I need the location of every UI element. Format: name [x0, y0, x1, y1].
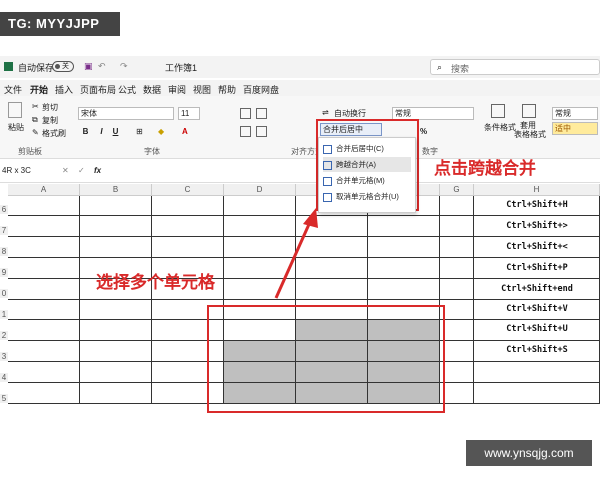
annotation-select-cells: 选择多个单元格	[96, 273, 215, 292]
annotation-arrow	[274, 208, 318, 299]
annotation-click-merge-across: 点击跨越合并	[434, 159, 536, 178]
watermark-bottom: www.ynsqjg.com	[466, 440, 592, 466]
